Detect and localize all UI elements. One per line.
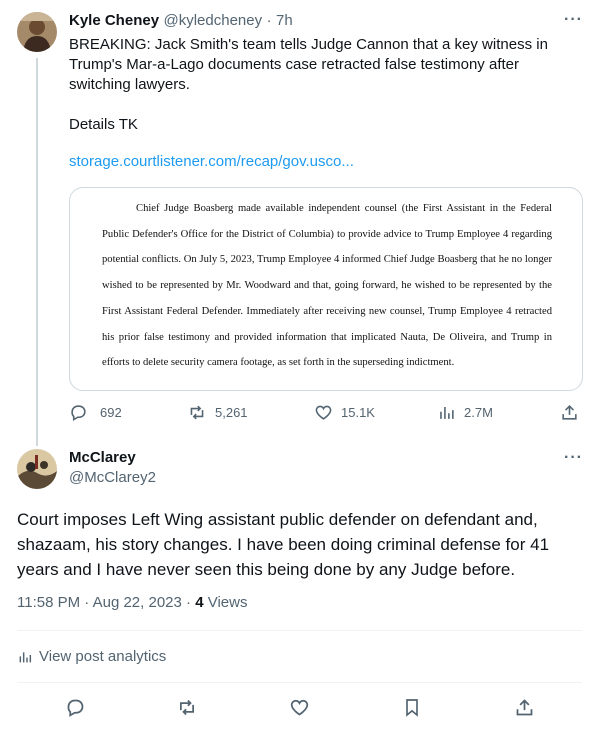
author-handle[interactable]: @McClarey2 bbox=[69, 469, 156, 486]
heart-icon bbox=[314, 403, 333, 422]
avatar[interactable] bbox=[17, 449, 57, 489]
tweet-details-text: Details TK bbox=[69, 116, 138, 133]
analytics-icon bbox=[437, 403, 456, 422]
reply-text: Court imposes Left Wing assistant public… bbox=[17, 510, 550, 579]
bookmark-button[interactable] bbox=[402, 697, 422, 718]
views-action[interactable]: 2.7M bbox=[437, 403, 493, 422]
like-count: 15.1K bbox=[341, 405, 375, 420]
document-text: Chief Judge Boasberg made available inde… bbox=[102, 203, 552, 369]
divider bbox=[17, 630, 582, 631]
thread-connector-line bbox=[36, 58, 38, 446]
post-time[interactable]: 11:58 PM bbox=[17, 594, 80, 611]
author-handle[interactable]: @kyledcheney bbox=[164, 12, 263, 29]
document-image[interactable]: Chief Judge Boasberg made available inde… bbox=[69, 187, 583, 391]
tweet-text: BREAKING: Jack Smith's team tells Judge … bbox=[69, 35, 579, 95]
repost-icon bbox=[187, 403, 207, 422]
share-icon[interactable] bbox=[560, 403, 579, 422]
like-action[interactable]: 15.1K bbox=[314, 403, 375, 422]
separator: · bbox=[266, 12, 272, 29]
views-label: Views bbox=[207, 594, 248, 611]
more-options-icon[interactable]: ··· bbox=[564, 449, 583, 467]
post-date[interactable]: Aug 22, 2023 bbox=[93, 594, 182, 611]
view-analytics-label: View post analytics bbox=[39, 648, 167, 665]
post-meta: 11:58 PM · Aug 22, 2023 · 4 Views bbox=[17, 594, 248, 611]
tweet-text-line: switching lawyers. bbox=[69, 76, 190, 93]
views-count: 2.7M bbox=[464, 405, 493, 420]
tweet-header: Kyle Cheney @kyledcheney · 7h bbox=[69, 12, 293, 30]
reply-count: 692 bbox=[100, 405, 122, 420]
analytics-icon bbox=[17, 649, 33, 665]
tweet-text-line: Trump's Mar-a-Lago documents case retrac… bbox=[69, 56, 519, 73]
repost-action[interactable]: 5,261 bbox=[187, 403, 248, 422]
author-name[interactable]: McClarey bbox=[69, 449, 136, 466]
repost-button[interactable] bbox=[176, 697, 198, 718]
divider bbox=[17, 682, 582, 683]
document-excerpt: Chief Judge Boasberg made available inde… bbox=[70, 188, 582, 376]
document-link[interactable]: storage.courtlistener.com/recap/gov.usco… bbox=[69, 153, 354, 170]
reply-icon bbox=[69, 403, 88, 422]
repost-count: 5,261 bbox=[215, 405, 248, 420]
tweet-text-line: BREAKING: Jack Smith's team tells Judge … bbox=[69, 36, 548, 53]
reply-button[interactable] bbox=[65, 697, 86, 718]
more-options-icon[interactable]: ··· bbox=[564, 11, 583, 29]
views-count: 4 bbox=[195, 594, 204, 611]
timestamp[interactable]: 7h bbox=[276, 12, 293, 29]
avatar[interactable] bbox=[17, 12, 57, 52]
author-name[interactable]: Kyle Cheney bbox=[69, 12, 159, 29]
view-analytics-link[interactable]: View post analytics bbox=[17, 648, 166, 665]
share-button[interactable] bbox=[514, 697, 535, 718]
like-button[interactable] bbox=[289, 697, 310, 718]
reply-action[interactable]: 692 bbox=[69, 403, 122, 422]
